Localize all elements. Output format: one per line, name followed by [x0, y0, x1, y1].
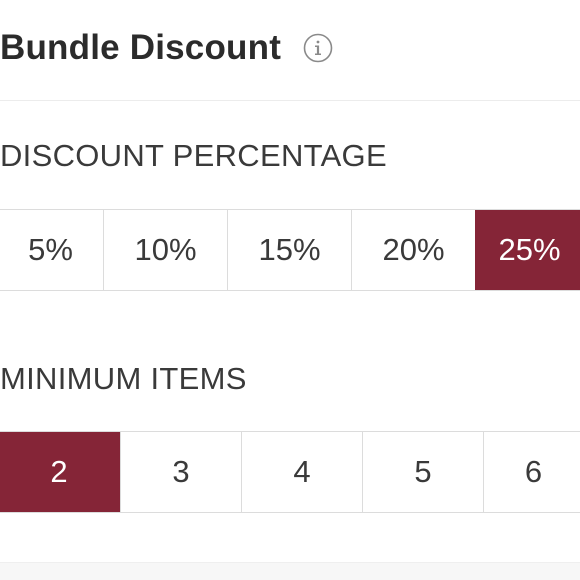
discount-option-15[interactable]: 15%: [227, 210, 351, 290]
min-items-option-3[interactable]: 3: [120, 432, 241, 512]
min-items-option-4[interactable]: 4: [241, 432, 362, 512]
discount-percentage-label: DISCOUNT PERCENTAGE: [0, 138, 387, 173]
footer-section: [0, 562, 580, 580]
page-title: Bundle Discount: [0, 28, 282, 67]
info-icon[interactable]: [303, 33, 333, 63]
discount-option-5[interactable]: 5%: [0, 210, 103, 290]
discount-percentage-selector: 5% 10% 15% 20% 25%: [0, 209, 580, 291]
header-divider: [0, 100, 580, 101]
minimum-items-selector: 2 3 4 5 6: [0, 431, 580, 513]
header: Bundle Discount: [0, 22, 333, 74]
discount-option-25[interactable]: 25%: [475, 210, 580, 290]
min-items-option-6[interactable]: 6: [483, 432, 580, 512]
discount-option-20[interactable]: 20%: [351, 210, 475, 290]
minimum-items-label: MINIMUM ITEMS: [0, 361, 247, 396]
min-items-option-5[interactable]: 5: [362, 432, 483, 512]
min-items-option-2[interactable]: 2: [0, 432, 120, 512]
bundle-discount-panel: Bundle Discount DISCOUNT PERCENTAGE 5% 1…: [0, 0, 580, 580]
discount-option-10[interactable]: 10%: [103, 210, 227, 290]
